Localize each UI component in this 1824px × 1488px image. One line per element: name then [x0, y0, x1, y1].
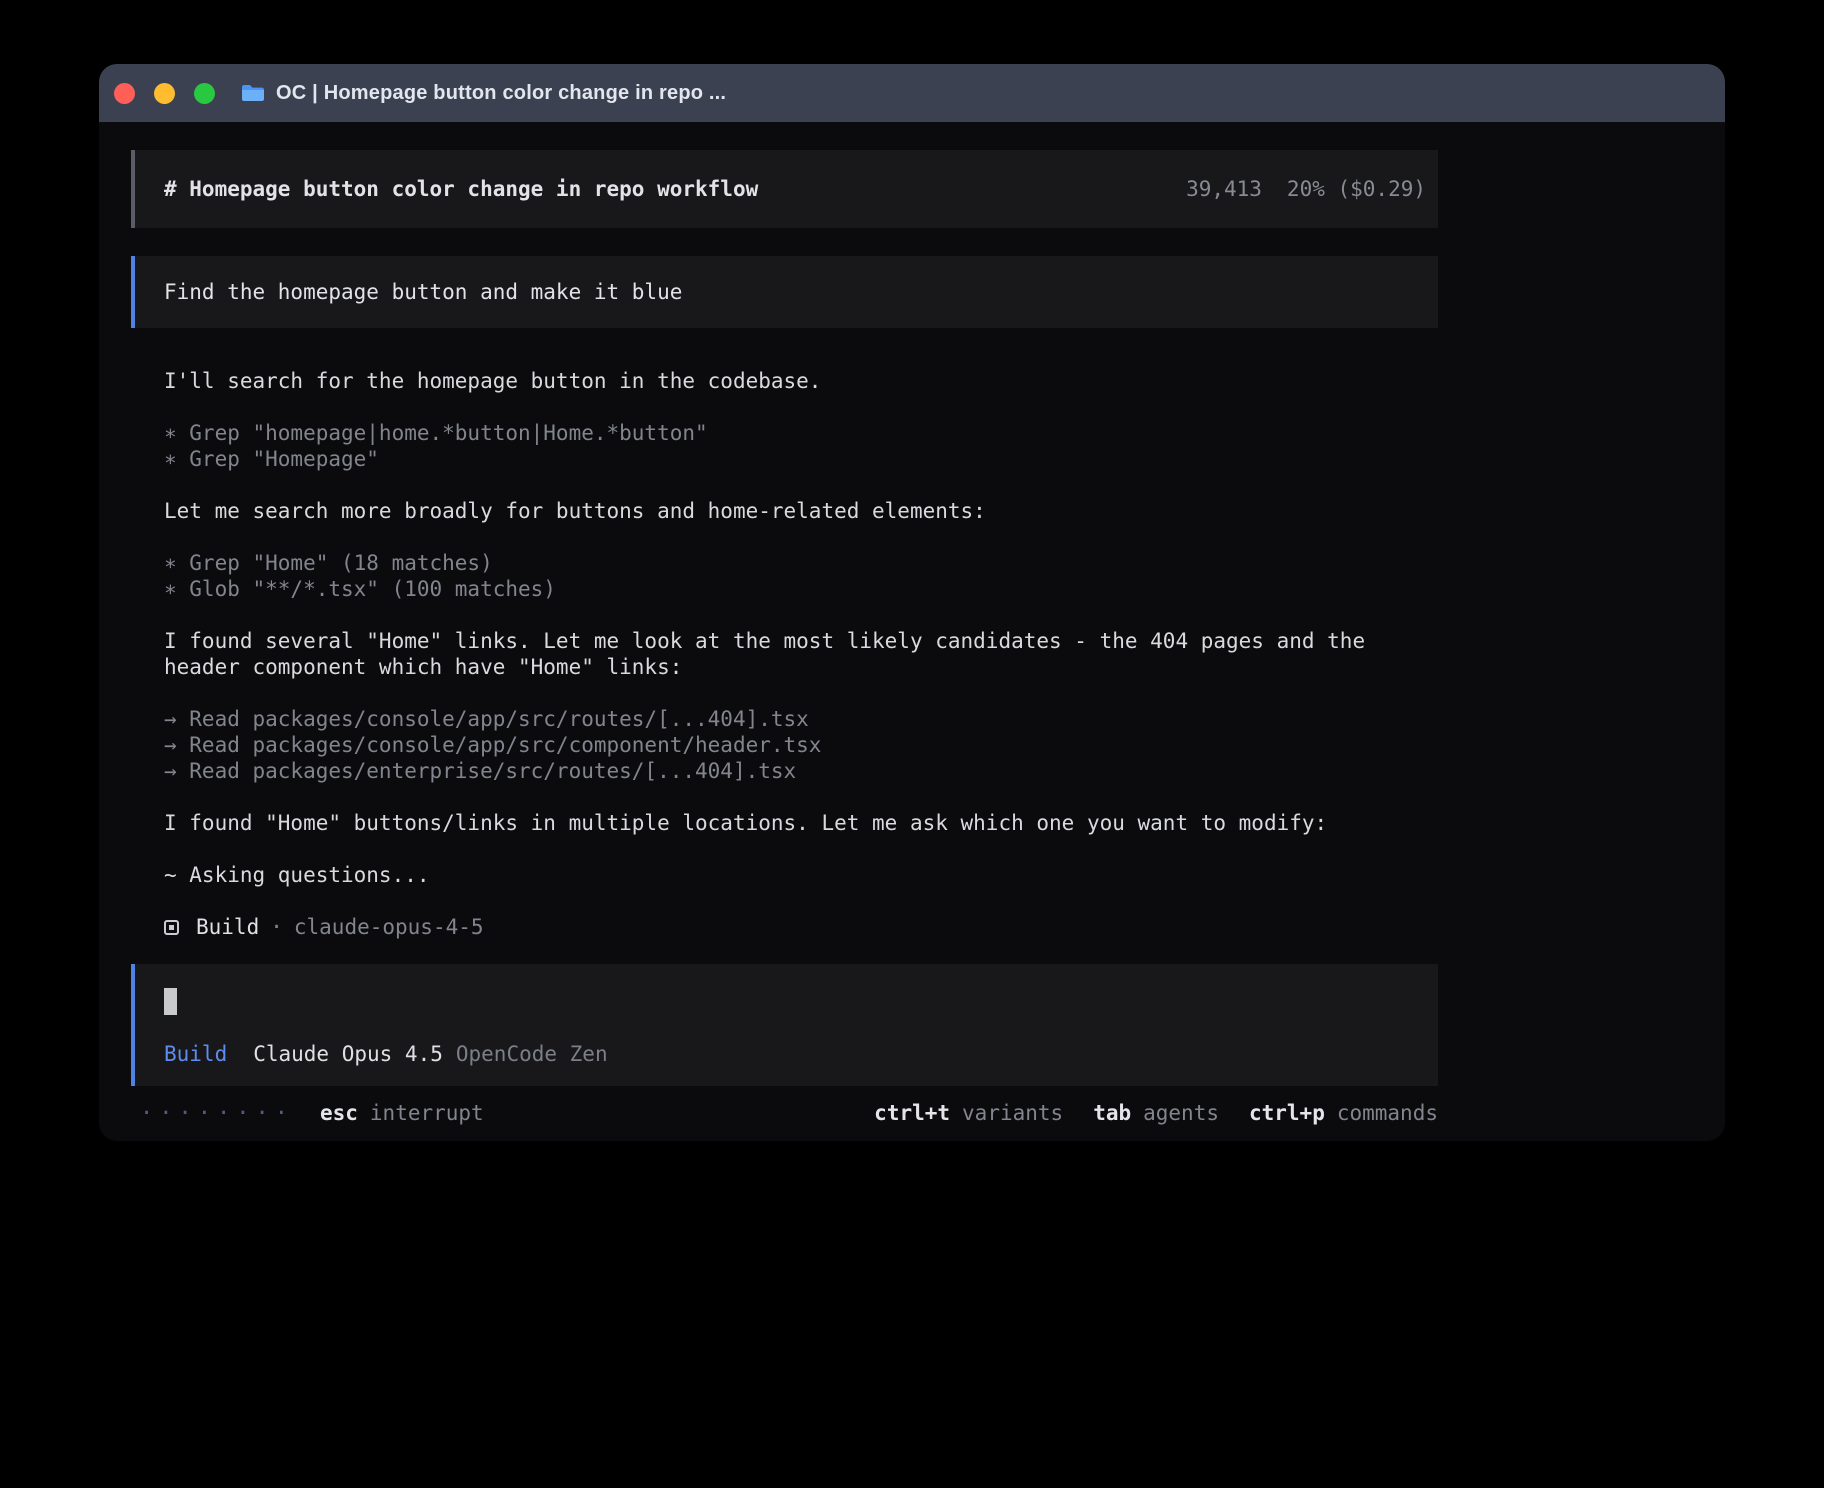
prompt-input[interactable]: Build Claude Opus 4.5 OpenCode Zen [131, 964, 1438, 1086]
minimize-button[interactable] [154, 83, 175, 104]
hint-variants: ctrl+t variants [874, 1101, 1063, 1125]
tab-key[interactable]: tab [1093, 1101, 1131, 1125]
text-cursor [164, 988, 177, 1015]
hint-agents: tab agents [1093, 1101, 1219, 1125]
close-button[interactable] [114, 83, 135, 104]
esc-key[interactable]: esc [320, 1101, 358, 1125]
terminal-window: OC | Homepage button color change in rep… [99, 64, 1725, 1141]
context-cost: 20% ($0.29) [1287, 177, 1426, 201]
input-meta: Build Claude Opus 4.5 OpenCode Zen [164, 1041, 1438, 1067]
interrupt-label: interrupt [370, 1101, 484, 1125]
assistant-text-line: header component which have "Home" links… [164, 654, 1438, 680]
tool-call-read: → Read packages/console/app/src/componen… [164, 732, 1438, 758]
tool-call-glob: ∗ Glob "**/*.tsx" (100 matches) [164, 576, 1438, 602]
assistant-text-line: I found "Home" buttons/links in multiple… [164, 810, 1438, 836]
conversation: I'll search for the homepage button in t… [131, 368, 1438, 940]
user-message-text: Find the homepage button and make it blu… [164, 280, 682, 304]
agent-row: Build · claude-opus-4-5 [164, 914, 1438, 940]
zoom-button[interactable] [194, 83, 215, 104]
tool-call-grep: ∗ Grep "homepage|home.*button|Home.*butt… [164, 420, 1438, 446]
statusbar: ········ esc interrupt ctrl+t variants t… [131, 1100, 1438, 1126]
terminal-content: # Homepage button color change in repo w… [131, 150, 1438, 1126]
assistant-text-line: I found several "Home" links. Let me loo… [164, 628, 1438, 654]
tool-call-grep: ∗ Grep "Home" (18 matches) [164, 550, 1438, 576]
window-controls [114, 83, 215, 104]
agents-label: agents [1143, 1101, 1219, 1125]
status-line: ~ Asking questions... [164, 862, 1438, 888]
assistant-text-line: I'll search for the homepage button in t… [164, 368, 1438, 394]
ctrl-p-key[interactable]: ctrl+p [1249, 1101, 1325, 1125]
token-count: 39,413 [1186, 177, 1262, 201]
hint-interrupt: esc interrupt [320, 1101, 484, 1125]
agent-name: Build [196, 915, 259, 939]
title-group: OC | Homepage button color change in rep… [241, 82, 726, 105]
titlebar[interactable]: OC | Homepage button color change in rep… [99, 64, 1725, 122]
window-title: OC | Homepage button color change in rep… [276, 82, 726, 105]
model-label[interactable]: Claude Opus 4.5 [253, 1042, 443, 1066]
ctrl-t-key[interactable]: ctrl+t [874, 1101, 950, 1125]
user-message: Find the homepage button and make it blu… [131, 256, 1438, 328]
provider-label: OpenCode Zen [456, 1042, 608, 1066]
statusbar-shortcuts: ctrl+t variants tab agents ctrl+p comman… [874, 1101, 1438, 1125]
session-stats: 39,413 20% ($0.29) [1186, 177, 1426, 201]
folder-icon [241, 83, 265, 103]
hint-commands: ctrl+p commands [1249, 1101, 1438, 1125]
agent-separator: · [270, 915, 283, 939]
commands-label: commands [1337, 1101, 1438, 1125]
session-header: # Homepage button color change in repo w… [131, 150, 1438, 228]
mode-label[interactable]: Build [164, 1042, 227, 1066]
session-title: # Homepage button color change in repo w… [164, 177, 758, 201]
agent-badge-icon [164, 920, 179, 935]
tool-call-grep: ∗ Grep "Homepage" [164, 446, 1438, 472]
tool-call-read: → Read packages/console/app/src/routes/[… [164, 706, 1438, 732]
assistant-text-line: Let me search more broadly for buttons a… [164, 498, 1438, 524]
agent-model: claude-opus-4-5 [294, 915, 484, 939]
variants-label: variants [962, 1101, 1063, 1125]
tool-call-read: → Read packages/enterprise/src/routes/[.… [164, 758, 1438, 784]
spinner-dots: ········ [140, 1101, 294, 1126]
desktop-background: OC | Homepage button color change in rep… [0, 0, 1824, 1488]
